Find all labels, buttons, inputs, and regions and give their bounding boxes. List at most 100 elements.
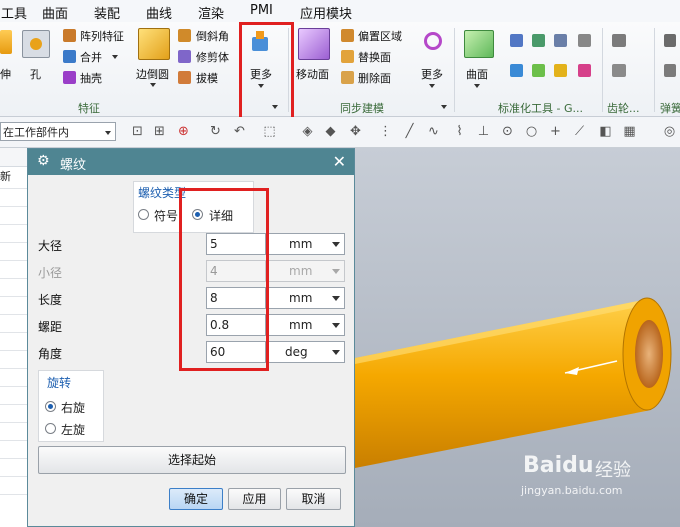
right-hand-radio[interactable] bbox=[45, 401, 56, 412]
ribbon-separator bbox=[602, 28, 603, 112]
view-icon[interactable]: ◧ bbox=[598, 124, 613, 139]
left-hand-radio[interactable] bbox=[45, 423, 56, 434]
crosshair-icon[interactable]: + bbox=[548, 124, 563, 139]
surface-icon[interactable] bbox=[464, 30, 494, 58]
std-tool-icon[interactable] bbox=[532, 34, 545, 47]
trim-body-icon[interactable] bbox=[178, 50, 191, 63]
ribbon-separator bbox=[454, 28, 455, 112]
body-icon[interactable]: ◆ bbox=[323, 124, 338, 139]
right-hand-label[interactable]: 右旋 bbox=[61, 399, 85, 416]
pattern-feature-label[interactable]: 阵列特征 bbox=[80, 28, 124, 44]
center-icon[interactable]: ⊙ bbox=[500, 124, 515, 139]
replace-face-icon[interactable] bbox=[341, 50, 354, 63]
select-target-icon[interactable]: ⊕ bbox=[176, 124, 191, 139]
group-std-label[interactable]: 标准化工具 - G... bbox=[498, 100, 583, 116]
std-tool-icon[interactable] bbox=[510, 64, 523, 77]
offset-region-label[interactable]: 偏置区域 bbox=[358, 28, 402, 44]
more-sync-dropdown-icon[interactable] bbox=[429, 84, 435, 88]
grid-icon[interactable]: ▦ bbox=[622, 124, 637, 139]
shell-icon[interactable] bbox=[63, 71, 76, 84]
shell-label[interactable]: 抽壳 bbox=[80, 70, 102, 86]
cancel-button[interactable]: 取消 bbox=[286, 488, 341, 510]
tube-model[interactable] bbox=[355, 148, 680, 527]
unite-dropdown-icon[interactable] bbox=[112, 55, 118, 59]
close-icon[interactable]: ✕ bbox=[333, 152, 346, 171]
pitch-label: 螺距 bbox=[38, 320, 63, 334]
apply-button[interactable]: 应用 bbox=[228, 488, 281, 510]
gear-tool-icon[interactable] bbox=[612, 64, 626, 77]
edge-blend-dropdown-icon[interactable] bbox=[150, 83, 156, 87]
solid-icon[interactable]: ◈ bbox=[300, 124, 315, 139]
move-face-label[interactable]: 移动面 bbox=[296, 66, 329, 82]
pattern-feature-icon[interactable] bbox=[63, 29, 76, 42]
std-tool-icon[interactable] bbox=[532, 64, 545, 77]
dialog-title-bar[interactable]: ⚙ 螺纹 ✕ bbox=[28, 149, 354, 175]
box-select-icon[interactable]: ⬚ bbox=[262, 124, 277, 139]
surface-dropdown-icon[interactable] bbox=[474, 84, 480, 88]
std-tool-icon[interactable] bbox=[510, 34, 523, 47]
settings-gear-icon[interactable]: ⚙ bbox=[37, 153, 50, 169]
left-hand-label[interactable]: 左旋 bbox=[61, 421, 85, 438]
major-diameter-unit[interactable]: mm bbox=[267, 233, 345, 255]
edge-blend-label[interactable]: 边倒圆 bbox=[136, 66, 169, 82]
menu-render[interactable]: 渲染 bbox=[198, 3, 224, 22]
length-unit[interactable]: mm bbox=[267, 287, 345, 309]
ok-button[interactable]: 确定 bbox=[169, 488, 223, 510]
delete-face-label[interactable]: 删除面 bbox=[358, 70, 391, 86]
chamfer-icon[interactable] bbox=[178, 29, 191, 42]
menu-curve[interactable]: 曲线 bbox=[146, 3, 172, 22]
unite-icon[interactable] bbox=[63, 50, 76, 63]
symbolic-label[interactable]: 符号 bbox=[154, 207, 178, 224]
tangent-icon[interactable]: ⟋ bbox=[572, 124, 587, 139]
std-tool-icon[interactable] bbox=[578, 34, 591, 47]
draft-icon[interactable] bbox=[178, 71, 191, 84]
move-icon[interactable]: ✥ bbox=[348, 124, 363, 139]
spring-tool-icon[interactable] bbox=[664, 64, 676, 77]
pitch-unit[interactable]: mm bbox=[267, 314, 345, 336]
filter-icon[interactable]: ⊞ bbox=[152, 124, 167, 139]
menu-tools[interactable]: 工具 bbox=[1, 3, 27, 22]
menu-assembly[interactable]: 装配 bbox=[94, 3, 120, 22]
curve-icon[interactable]: ⌇ bbox=[452, 124, 467, 139]
undo-icon[interactable]: ↶ bbox=[232, 124, 247, 139]
point-icon[interactable]: ⋮ bbox=[378, 124, 393, 139]
group-sync-expand-icon[interactable] bbox=[441, 105, 447, 109]
graphics-viewport[interactable]: Baidu 经验 jingyan.baidu.com bbox=[355, 148, 680, 527]
gear-tool-icon[interactable] bbox=[612, 34, 626, 47]
group-gear-label[interactable]: 齿轮... bbox=[607, 100, 640, 116]
select-start-button[interactable]: 选择起始 bbox=[38, 446, 346, 474]
spring-tool-icon[interactable] bbox=[664, 34, 676, 47]
spline-icon[interactable]: ∿ bbox=[426, 124, 441, 139]
surface-label[interactable]: 曲面 bbox=[466, 66, 488, 82]
menu-pmi[interactable]: PMI bbox=[250, 3, 273, 18]
more-sync-icon[interactable] bbox=[424, 32, 442, 50]
replace-face-label[interactable]: 替换面 bbox=[358, 49, 391, 65]
selection-toolbar: 在工作部件内 ⊡ ⊞ ⊕ ↻ ↶ ⬚ ◈ ◆ ✥ ⋮ ╱ ∿ ⌇ ⊥ ⊙ ○ +… bbox=[0, 117, 680, 148]
more-sync-label[interactable]: 更多 bbox=[421, 66, 443, 82]
edge-blend-icon[interactable] bbox=[138, 28, 170, 60]
selection-scope-select[interactable]: 在工作部件内 bbox=[0, 122, 116, 141]
std-tool-icon[interactable] bbox=[554, 64, 567, 77]
menu-application[interactable]: 应用模块 bbox=[300, 3, 352, 22]
group-spring-label[interactable]: 弹簧 bbox=[660, 100, 680, 116]
perpendicular-icon[interactable]: ⊥ bbox=[476, 124, 491, 139]
circle-icon[interactable]: ○ bbox=[524, 124, 539, 139]
trim-body-label[interactable]: 修剪体 bbox=[196, 49, 229, 65]
std-tool-icon[interactable] bbox=[554, 34, 567, 47]
offset-region-icon[interactable] bbox=[341, 29, 354, 42]
line-icon[interactable]: ╱ bbox=[402, 124, 417, 139]
unite-label[interactable]: 合并 bbox=[80, 49, 102, 65]
hole-icon[interactable] bbox=[22, 30, 50, 58]
rotate-icon[interactable]: ↻ bbox=[208, 124, 223, 139]
extrude-icon[interactable] bbox=[0, 30, 12, 54]
menu-surface[interactable]: 曲面 bbox=[42, 3, 68, 22]
move-face-icon[interactable] bbox=[298, 28, 330, 60]
chamfer-label[interactable]: 倒斜角 bbox=[196, 28, 229, 44]
std-tool-icon[interactable] bbox=[578, 64, 591, 77]
draft-label[interactable]: 拔模 bbox=[196, 70, 218, 86]
camera-icon[interactable]: ◎ bbox=[662, 124, 677, 139]
delete-face-icon[interactable] bbox=[341, 71, 354, 84]
angle-unit[interactable]: deg bbox=[267, 341, 345, 363]
symbolic-radio[interactable] bbox=[138, 209, 149, 220]
snap-icon[interactable]: ⊡ bbox=[130, 124, 145, 139]
